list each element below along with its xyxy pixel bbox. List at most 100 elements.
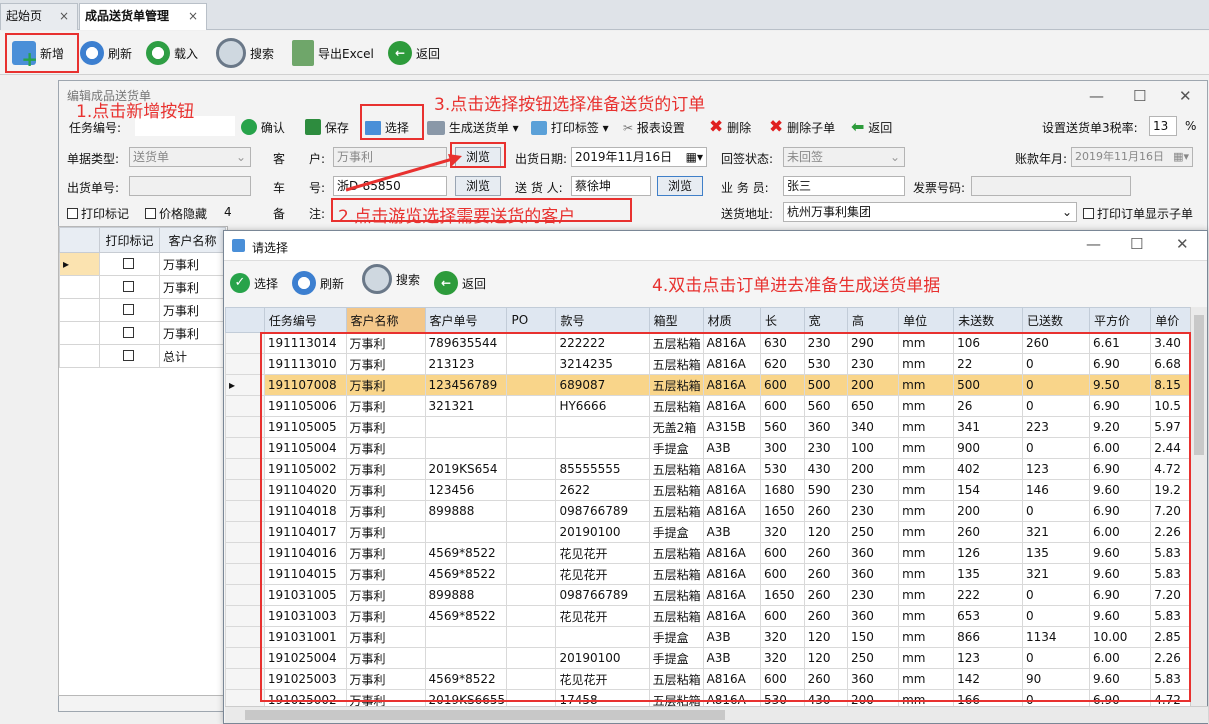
save-icon [305, 119, 321, 135]
col-header[interactable]: PO [506, 307, 557, 333]
row-indicator [225, 416, 265, 438]
editor-close-button[interactable]: ✕ [1179, 87, 1192, 105]
salesman-input[interactable]: 张三 [783, 176, 905, 196]
deliverer-label: 送 货 人: [515, 181, 563, 195]
col-header[interactable]: 平方价 [1088, 307, 1152, 333]
deliverer-browse-button[interactable]: 浏览 [657, 176, 703, 196]
col-header[interactable]: 单位 [898, 307, 955, 333]
dialog-close-button[interactable]: ✕ [1176, 235, 1189, 253]
col-header[interactable]: 长 [760, 307, 805, 333]
price-hide-checkbox[interactable]: 价格隐藏 [145, 205, 207, 222]
tab-delivery-management[interactable]: 成品送货单管理 × [79, 3, 207, 30]
row-checkbox[interactable] [122, 327, 134, 338]
tab-delivery-close-icon[interactable]: × [188, 4, 198, 29]
row-indicator [59, 275, 100, 299]
table-row[interactable]: ▸ 万事利 [59, 252, 226, 276]
row-checkbox[interactable] [122, 258, 134, 269]
annotation-step1: 1.点击新增按钮 [76, 102, 195, 122]
col-header[interactable]: 客户名称 [345, 307, 426, 333]
print-mark-cell[interactable] [99, 298, 160, 322]
print-mark-cell[interactable] [99, 321, 160, 345]
calendar-icon: ▦▾ [685, 150, 703, 164]
main-toolbar: 新增 刷新 载入 搜索 导出Excel ←返回 [0, 31, 1209, 75]
col-header[interactable]: 已送数 [1022, 307, 1090, 333]
annotation-arrow [345, 154, 462, 192]
col-header[interactable]: 款号 [555, 307, 650, 333]
account-month-picker[interactable]: 2019年11月16日 ▦▾ [1071, 147, 1193, 167]
dialog-app-icon [232, 239, 245, 252]
export-excel-button[interactable]: 导出Excel [292, 35, 374, 71]
horizontal-scrollbar[interactable] [225, 706, 1208, 723]
ship-no-input[interactable] [129, 176, 251, 196]
row-indicator: ▸ [59, 252, 100, 276]
load-label: 载入 [174, 46, 199, 61]
col-header[interactable]: 箱型 [648, 307, 704, 333]
scroll-thumb[interactable] [1194, 315, 1204, 455]
editor-maximize-button[interactable]: ☐ [1133, 87, 1146, 105]
tools-icon: ✂ [623, 121, 634, 135]
row-indicator [225, 437, 265, 459]
total-cell: 总计 [159, 344, 226, 368]
tab-home[interactable]: 起始页 × [0, 3, 78, 30]
table-row[interactable]: 万事利 [59, 321, 226, 345]
row-indicator [225, 626, 265, 648]
hscroll-thumb[interactable] [245, 710, 725, 720]
delete-x-icon: ✖ [709, 117, 724, 137]
print-mark-cell[interactable] [99, 344, 160, 368]
row-checkbox[interactable] [122, 304, 134, 315]
print-child-label: 打印订单显示子单 [1097, 207, 1194, 221]
print-mark-cell[interactable] [99, 275, 160, 299]
col-header[interactable]: 任务编号 [263, 307, 347, 333]
dialog-back-button[interactable]: ← 返回 [434, 265, 486, 301]
col-print-mark[interactable]: 打印标记 [99, 227, 160, 253]
tab-delivery-label: 成品送货单管理 [85, 9, 170, 23]
generate-delivery-button[interactable]: 生成送货单 ▾ [427, 119, 519, 136]
sign-status-select[interactable]: 未回签 ⌄ [783, 147, 905, 167]
print-mark-checkbox[interactable]: 打印标记 [67, 205, 129, 222]
delete-child-button[interactable]: ✖ 删除子单 [769, 117, 835, 137]
dialog-search-button[interactable]: 搜索 [362, 261, 420, 297]
editor-minimize-button[interactable]: — [1089, 87, 1104, 105]
load-button[interactable]: 载入 [146, 35, 198, 71]
print-child-checkbox[interactable]: 打印订单显示子单 [1083, 205, 1193, 222]
table-row[interactable]: 万事利 [59, 298, 226, 322]
save-button[interactable]: 保存 [305, 119, 349, 136]
editor-back-button[interactable]: ⬅ 返回 [851, 117, 892, 136]
dialog-search-label: 搜索 [396, 272, 421, 287]
doc-type-select[interactable]: 送货单 ⌄ [129, 147, 251, 167]
search-button[interactable]: 搜索 [216, 35, 274, 71]
dialog-refresh-button[interactable]: 刷新 [292, 265, 344, 301]
dialog-maximize-button[interactable]: ☐ [1130, 235, 1143, 253]
tab-home-close-icon[interactable]: × [59, 4, 69, 29]
col-header[interactable]: 客户单号 [424, 307, 508, 333]
back-button[interactable]: ← 返回 [388, 35, 440, 71]
col-header[interactable]: 宽 [803, 307, 849, 333]
deliverer-input[interactable]: 蔡徐坤 [571, 176, 651, 196]
report-setting-button[interactable]: ✂ 报表设置 [623, 119, 685, 136]
customer-cell: 万事利 [159, 321, 226, 345]
row-indicator [225, 689, 265, 707]
refresh-icon [80, 41, 104, 65]
col-header[interactable]: 材质 [702, 307, 762, 333]
tax-input[interactable]: 13 [1149, 116, 1177, 136]
confirm-button[interactable]: 确认 [241, 119, 285, 136]
col-header[interactable]: 高 [847, 307, 900, 333]
col-header[interactable]: 单价 [1150, 307, 1191, 333]
row-checkbox[interactable] [122, 281, 134, 292]
print-mark-cell[interactable] [99, 252, 160, 276]
col-customer[interactable]: 客户名称 [159, 227, 226, 253]
invoice-input[interactable] [971, 176, 1131, 196]
table-row[interactable]: 万事利 [59, 275, 226, 299]
row-checkbox[interactable] [122, 350, 134, 361]
row-indicator [225, 605, 265, 627]
print-label-button[interactable]: 打印标签 ▾ [531, 119, 609, 136]
address-select[interactable]: 杭州万事利集团 ⌄ [783, 202, 1077, 222]
vertical-scrollbar[interactable] [1190, 307, 1207, 707]
delete-button[interactable]: ✖ 删除 [709, 117, 751, 137]
ship-date-picker[interactable]: 2019年11月16日 ▦▾ [571, 147, 707, 167]
col-header[interactable]: 未送数 [953, 307, 1023, 333]
row-indicator [225, 395, 265, 417]
dialog-minimize-button[interactable]: — [1086, 235, 1101, 253]
refresh-button[interactable]: 刷新 [80, 35, 132, 71]
dialog-select-button[interactable]: ✓ 选择 [230, 265, 278, 301]
